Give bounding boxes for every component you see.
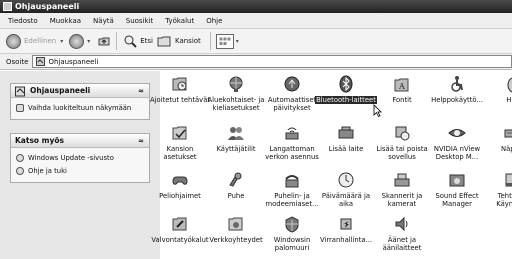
address-bar: Osoite Ohjauspaneeli	[0, 54, 512, 70]
back-button[interactable]: Edellinen	[24, 37, 56, 45]
switch-category-view-link[interactable]: Vaihda luokiteltuun näkymään	[16, 102, 144, 113]
task-pane: Ohjauspaneeli ≈ Vaihda luokiteltuun näky…	[0, 71, 160, 259]
see-also-task-box: Katso myös ≈ Windows Update -sivusto Ohj…	[10, 133, 150, 183]
user-accounts-item[interactable]: Käyttäjätilit	[205, 123, 267, 169]
taskbar-icon	[503, 170, 512, 190]
panel-header[interactable]: Katso myös ≈	[11, 134, 149, 148]
panel-header[interactable]: Ohjauspaneeli ≈	[11, 84, 149, 98]
game-controllers-item[interactable]: Peliohjaimet	[149, 170, 211, 216]
nvidia-nview-icon	[447, 123, 467, 143]
views-icon[interactable]	[215, 33, 234, 49]
panel-title: Katso myös	[15, 136, 65, 145]
forward-dropdown-icon[interactable]: ▾	[87, 38, 90, 45]
control-panel-icon	[36, 57, 46, 66]
collapse-icon[interactable]: ≈	[138, 137, 144, 145]
add-remove-programs-icon	[392, 123, 412, 143]
windows-firewall-item[interactable]: Windowsin palomuuri	[261, 214, 323, 259]
fonts-icon: A	[392, 74, 412, 94]
network-connections-icon	[226, 214, 246, 234]
game-controller-icon	[170, 170, 190, 190]
scheduled-tasks-icon	[170, 74, 190, 94]
phone-modem-options-item[interactable]: Puhelin- ja modeemiaset...	[261, 170, 323, 216]
sound-effect-manager-item[interactable]: Sound Effect Manager	[426, 170, 488, 216]
taskbar-start-menu-item[interactable]: Tehtäväp Käynnistä	[482, 170, 512, 216]
toolbar-separator	[209, 32, 211, 50]
mouse-item[interactable]: Hiiri	[482, 74, 512, 120]
collapse-icon[interactable]: ≈	[138, 87, 144, 95]
automatic-updates-icon	[282, 74, 302, 94]
address-value: Ohjauspaneeli	[48, 57, 99, 66]
wireless-network-icon	[282, 123, 302, 143]
toolbar-separator	[116, 32, 118, 50]
wireless-network-setup-item[interactable]: Langattoman verkon asennus	[261, 123, 323, 169]
control-panel-icon	[3, 2, 12, 11]
window-title: Ohjauspaneeli	[15, 2, 80, 11]
menu-view[interactable]: Näytä	[93, 17, 114, 25]
scanners-cameras-item[interactable]: Skannerit ja kamerat	[371, 170, 433, 216]
scanner-camera-icon	[392, 170, 412, 190]
forward-icon[interactable]	[69, 33, 85, 49]
address-field[interactable]: Ohjauspaneeli	[32, 55, 512, 68]
accessibility-icon	[447, 74, 467, 94]
back-dropdown-icon[interactable]: ▾	[60, 38, 63, 45]
mouse-cursor-icon	[373, 104, 382, 117]
nvidia-nview-item[interactable]: NVIDIA nView Desktop M...	[426, 123, 488, 169]
bluetooth-icon	[336, 74, 356, 94]
keyboard-item[interactable]: Näppäi	[482, 123, 512, 169]
sounds-audio-devices-item[interactable]: Äänet ja äänilaitteet	[371, 214, 433, 259]
menu-edit[interactable]: Muokkaa	[50, 17, 81, 25]
scheduled-tasks-item[interactable]: Ajoitetut tehtävät	[149, 74, 211, 120]
folders-button[interactable]: Kansiot	[175, 37, 201, 45]
phone-icon	[282, 170, 302, 190]
user-accounts-icon	[226, 123, 246, 143]
menu-bar: Tiedosto Muokkaa Näytä Suosikit Työkalut…	[0, 13, 512, 29]
network-connections-item[interactable]: Verkkoyhteydet	[205, 214, 267, 259]
up-folder-icon[interactable]	[96, 34, 111, 49]
sound-effect-manager-icon	[447, 170, 467, 190]
address-label: Osoite	[6, 57, 29, 66]
date-time-item[interactable]: Päivämäärä ja aika	[315, 170, 377, 216]
power-options-item[interactable]: Virranhallinta...	[315, 214, 377, 259]
menu-help[interactable]: Ohje	[206, 17, 222, 25]
add-remove-programs-item[interactable]: Lisää tai poista sovellus	[371, 123, 433, 169]
speech-icon	[226, 170, 246, 190]
folders-icon[interactable]	[157, 34, 172, 49]
folder-options-item[interactable]: Kansion asetukset	[149, 123, 211, 169]
toolbar: Edellinen ▾ ▾ Etsi Kansiot ▾	[0, 29, 512, 54]
switch-view-icon	[16, 103, 24, 112]
add-hardware-item[interactable]: Lisää laite	[315, 123, 377, 169]
mouse-icon	[503, 74, 512, 94]
search-button[interactable]: Etsi	[140, 37, 153, 45]
windows-update-icon	[16, 153, 24, 162]
bluetooth-devices-item[interactable]: Bluetooth-laitteet	[315, 74, 377, 120]
folder-options-icon	[170, 123, 190, 143]
globe-icon	[226, 74, 246, 94]
accessibility-options-item[interactable]: Helppokäyttö...	[426, 74, 488, 120]
control-panel-icon	[15, 86, 25, 96]
panel-title: Ohjauspaneeli	[30, 86, 91, 95]
regional-options-item[interactable]: Aluekohtaiset- ja kieliasetukset	[205, 74, 267, 120]
menu-file[interactable]: Tiedosto	[8, 17, 38, 25]
help-icon	[16, 166, 24, 175]
windows-update-link[interactable]: Windows Update -sivusto	[16, 152, 144, 163]
clock-icon	[336, 170, 356, 190]
views-dropdown-icon[interactable]: ▾	[236, 38, 239, 45]
help-and-support-link[interactable]: Ohje ja tuki	[16, 165, 144, 176]
administrative-tools-icon	[170, 214, 190, 234]
control-panel-task-box: Ohjauspaneeli ≈ Vaihda luokiteltuun näky…	[10, 83, 150, 120]
speech-item[interactable]: Puhe	[205, 170, 267, 216]
menu-favorites[interactable]: Suosikit	[126, 17, 154, 25]
firewall-icon	[282, 214, 302, 234]
back-icon[interactable]	[6, 33, 21, 49]
automatic-updates-item[interactable]: Automaattiset päivitykset	[261, 74, 323, 120]
menu-tools[interactable]: Työkalut	[165, 17, 194, 25]
add-hardware-icon	[336, 123, 356, 143]
title-bar: Ohjauspaneeli	[0, 0, 512, 13]
keyboard-icon	[503, 123, 512, 143]
power-options-icon	[336, 214, 356, 234]
speaker-icon	[392, 214, 412, 234]
search-icon[interactable]	[122, 34, 137, 49]
svg-text:A: A	[398, 82, 405, 91]
administrative-tools-item[interactable]: Valvontatyökalut	[149, 214, 211, 259]
